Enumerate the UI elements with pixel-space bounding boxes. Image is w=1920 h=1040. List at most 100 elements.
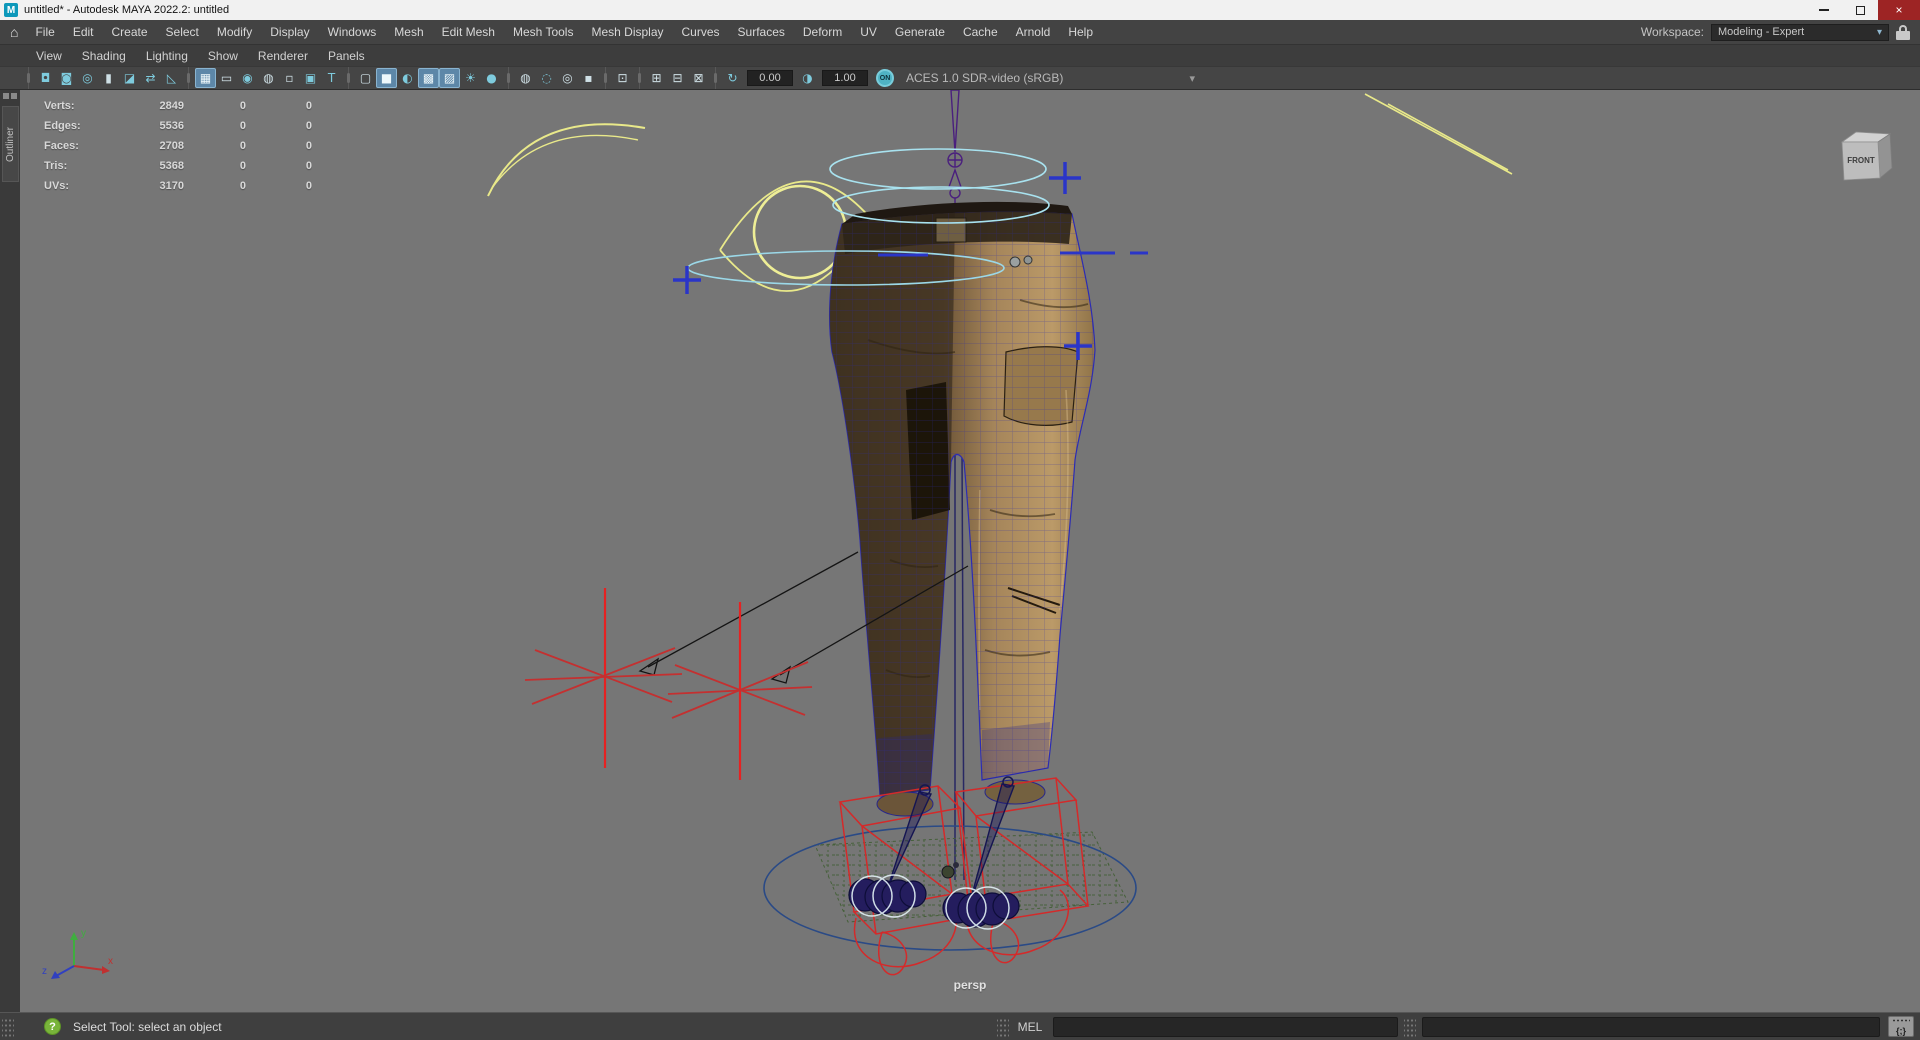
field-chart-icon[interactable]: ▫ (279, 68, 300, 88)
hud-label: UVs: (44, 180, 70, 192)
maya-app-icon: M (4, 3, 18, 17)
color-management-toggle[interactable]: ON (876, 69, 894, 87)
hud-selected: 0 (239, 120, 246, 132)
antialias-icon[interactable]: ◎ (557, 68, 578, 88)
camera-lock-icon[interactable]: ◙ (56, 68, 77, 88)
panel-menu-lighting[interactable]: Lighting (136, 49, 198, 63)
isolate-select-icon[interactable]: ⊡ (612, 68, 633, 88)
locator-stars[interactable] (524, 588, 813, 780)
menu-help[interactable]: Help (1059, 25, 1102, 39)
smooth-shade-icon[interactable]: ■ (376, 68, 397, 88)
close-button[interactable]: × (1878, 0, 1920, 20)
script-editor-icon[interactable]: {;} (1888, 1016, 1914, 1037)
menu-create[interactable]: Create (103, 25, 157, 39)
left-panel-strip: Outliner (0, 90, 20, 1012)
main-menu-bar: ⌂ File Edit Create Select Modify Display… (0, 20, 1920, 44)
workspace-select[interactable]: Modeling - Expert ▾ (1711, 23, 1889, 41)
textured-icon[interactable]: ▩ (418, 68, 439, 88)
menu-deform[interactable]: Deform (794, 25, 851, 39)
menu-mesh-display[interactable]: Mesh Display (582, 25, 672, 39)
hud-other: 0 (305, 160, 312, 172)
menu-uv[interactable]: UV (851, 25, 886, 39)
menu-mesh[interactable]: Mesh (385, 25, 432, 39)
grease-pencil-icon[interactable]: ◺ (161, 68, 182, 88)
minimize-button[interactable] (1806, 0, 1842, 20)
menu-arnold[interactable]: Arnold (1007, 25, 1060, 39)
transparency-icon[interactable]: ▨ (439, 68, 460, 88)
menu-generate[interactable]: Generate (886, 25, 954, 39)
workspace-lock-icon[interactable] (1896, 24, 1910, 40)
menu-display[interactable]: Display (261, 25, 318, 39)
camera-attributes-icon[interactable]: ◎ (77, 68, 98, 88)
camera-label: persp (953, 978, 987, 992)
outliner-tab[interactable]: Outliner (2, 106, 19, 182)
menu-mesh-tools[interactable]: Mesh Tools (504, 25, 582, 39)
panel-toggle-icon[interactable] (3, 93, 9, 99)
scene-canvas[interactable] (20, 90, 1920, 1012)
gamma-field[interactable]: 1.00 (822, 70, 868, 86)
image-plane-icon[interactable]: ◪ (119, 68, 140, 88)
menu-edit-mesh[interactable]: Edit Mesh (433, 25, 504, 39)
exposure-field[interactable]: 0.00 (747, 70, 793, 86)
hud-value: 2708 (159, 140, 184, 152)
help-icon[interactable]: ? (44, 1018, 61, 1035)
maximize-button[interactable] (1842, 0, 1878, 20)
gamma-icon[interactable]: ◑ (797, 68, 818, 88)
toolbar-separator (635, 67, 644, 89)
maximize-icon (1855, 5, 1865, 15)
motion-blur-icon[interactable]: ◌ (536, 68, 557, 88)
menu-surfaces[interactable]: Surfaces (729, 25, 794, 39)
film-gate-icon[interactable]: ▭ (216, 68, 237, 88)
quad-pane-icon[interactable]: ⊠ (688, 68, 709, 88)
menu-cache[interactable]: Cache (954, 25, 1007, 39)
perspective-viewport[interactable]: Verts: 2849 0 0 Edges: 5536 0 0 Faces: 2… (20, 90, 1920, 1012)
panel-menu-show[interactable]: Show (198, 49, 248, 63)
bookmark-icon[interactable]: ▮ (98, 68, 119, 88)
menu-select[interactable]: Select (157, 25, 208, 39)
axis-y-label: y (81, 928, 86, 939)
resolution-gate-icon[interactable]: ◉ (237, 68, 258, 88)
view-cube[interactable]: FRONT (1832, 120, 1904, 192)
wireframe-icon[interactable]: ▢ (355, 68, 376, 88)
hud-selected: 0 (239, 180, 246, 192)
safe-title-icon[interactable]: T (321, 68, 342, 88)
menu-windows[interactable]: Windows (319, 25, 386, 39)
panel-menu-panels[interactable]: Panels (318, 49, 375, 63)
outliner-tab-label: Outliner (5, 126, 17, 162)
command-line-input[interactable] (1053, 1016, 1398, 1037)
split-pane-icon[interactable]: ⊟ (667, 68, 688, 88)
mel-label[interactable]: MEL (1011, 1020, 1049, 1034)
command-result-field[interactable] (1422, 1016, 1880, 1037)
home-icon[interactable]: ⌂ (0, 24, 26, 40)
close-icon: × (1895, 3, 1903, 17)
skeleton-joints[interactable] (947, 90, 963, 212)
grid-icon[interactable]: ▦ (195, 68, 216, 88)
single-pane-icon[interactable]: ⊞ (646, 68, 667, 88)
default-material-icon[interactable]: ◐ (397, 68, 418, 88)
hud-other: 0 (305, 100, 312, 112)
menu-curves[interactable]: Curves (673, 25, 729, 39)
exposure-icon[interactable]: ↻ (722, 68, 743, 88)
hud-row: Faces: 2708 0 0 (44, 136, 312, 156)
dof-icon[interactable]: ▪ (578, 68, 599, 88)
panel-menu-view[interactable]: View (26, 49, 72, 63)
shadows-icon[interactable]: ● (481, 68, 502, 88)
safe-action-icon[interactable]: ▣ (300, 68, 321, 88)
toolbar-separator (504, 67, 513, 89)
lights-icon[interactable]: ☀ (460, 68, 481, 88)
menu-file[interactable]: File (26, 25, 63, 39)
camera-icon[interactable]: ◘ (35, 68, 56, 88)
gate-mask-icon[interactable]: ◍ (258, 68, 279, 88)
panel-menu-shading[interactable]: Shading (72, 49, 136, 63)
menu-edit[interactable]: Edit (64, 25, 103, 39)
toolbar-separator (601, 67, 610, 89)
statusbar-grip (2, 1016, 14, 1037)
menu-modify[interactable]: Modify (208, 25, 261, 39)
panel-menu-renderer[interactable]: Renderer (248, 49, 318, 63)
hud-row: Tris: 5368 0 0 (44, 156, 312, 176)
ssao-icon[interactable]: ◍ (515, 68, 536, 88)
pan-zoom-icon[interactable]: ⇄ (140, 68, 161, 88)
panel-toggle-icon[interactable] (11, 93, 17, 99)
colorspace-dropdown[interactable]: ACES 1.0 SDR-video (sRGB) ▾ (898, 69, 1203, 87)
help-line-text: Select Tool: select an object (73, 1019, 222, 1034)
